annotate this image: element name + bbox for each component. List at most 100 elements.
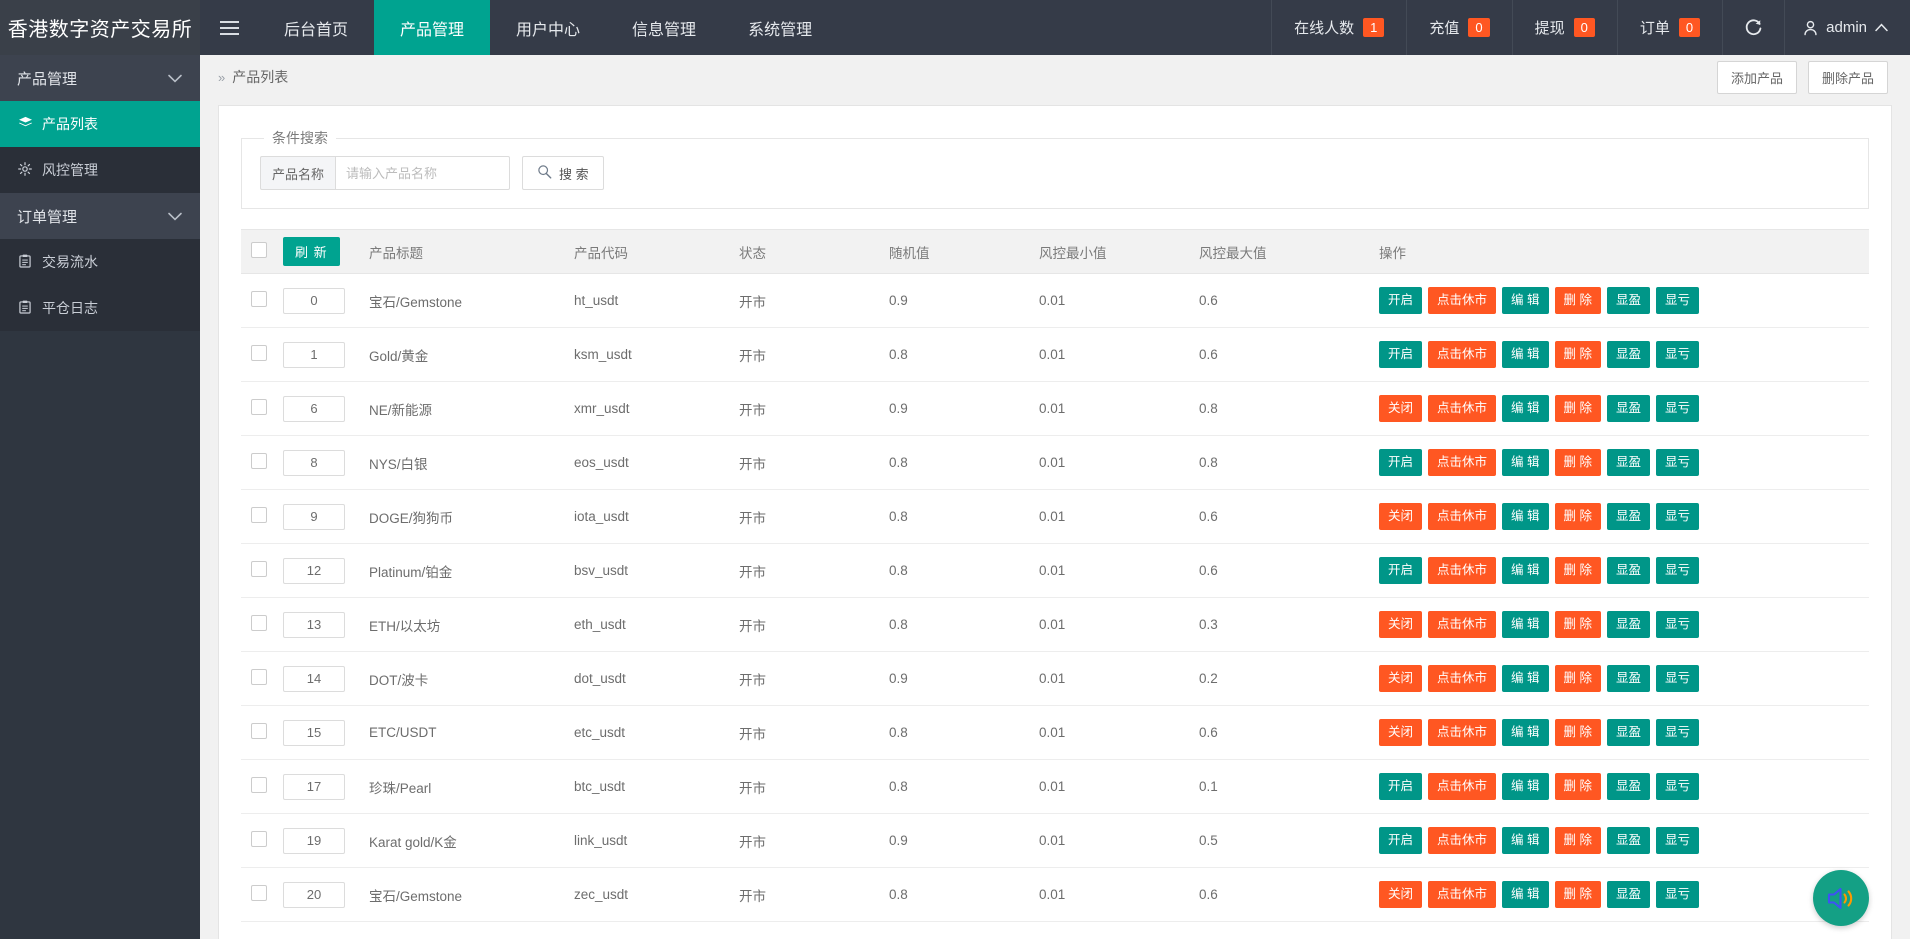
row-id-input[interactable]	[283, 396, 345, 422]
row-toggle-status-button[interactable]: 关闭	[1379, 719, 1422, 745]
row-delete-button[interactable]: 删 除	[1555, 395, 1601, 421]
row-id-input[interactable]	[283, 504, 345, 530]
row-edit-button[interactable]: 编 辑	[1502, 611, 1548, 637]
nav-item-system-management[interactable]: 系统管理	[722, 0, 838, 55]
sidebar-item-product-list[interactable]: 产品列表	[0, 101, 200, 147]
row-delete-button[interactable]: 删 除	[1555, 611, 1601, 637]
row-market-rest-button[interactable]: 点击休市	[1428, 503, 1496, 529]
row-edit-button[interactable]: 编 辑	[1502, 557, 1548, 583]
row-toggle-status-button[interactable]: 开启	[1379, 557, 1422, 583]
search-button[interactable]: 搜 索	[522, 156, 604, 190]
row-delete-button[interactable]: 删 除	[1555, 449, 1601, 475]
row-toggle-status-button[interactable]: 关闭	[1379, 395, 1422, 421]
row-checkbox[interactable]	[251, 831, 267, 847]
row-checkbox[interactable]	[251, 291, 267, 307]
row-edit-button[interactable]: 编 辑	[1502, 881, 1548, 907]
row-market-rest-button[interactable]: 点击休市	[1428, 395, 1496, 421]
row-market-rest-button[interactable]: 点击休市	[1428, 665, 1496, 691]
row-toggle-status-button[interactable]: 开启	[1379, 449, 1422, 475]
delete-product-button[interactable]: 删除产品	[1808, 61, 1888, 94]
row-edit-button[interactable]: 编 辑	[1502, 503, 1548, 529]
select-all-checkbox[interactable]	[251, 242, 267, 258]
row-market-rest-button[interactable]: 点击休市	[1428, 449, 1496, 475]
row-checkbox[interactable]	[251, 615, 267, 631]
row-show-loss-button[interactable]: 显亏	[1656, 557, 1699, 583]
row-toggle-status-button[interactable]: 开启	[1379, 827, 1422, 853]
product-name-input[interactable]	[335, 156, 510, 190]
row-checkbox[interactable]	[251, 885, 267, 901]
row-id-input[interactable]	[283, 612, 345, 638]
row-show-profit-button[interactable]: 显盈	[1607, 665, 1650, 691]
row-checkbox[interactable]	[251, 669, 267, 685]
nav-item-user-center[interactable]: 用户中心	[490, 0, 606, 55]
row-show-profit-button[interactable]: 显盈	[1607, 827, 1650, 853]
row-show-profit-button[interactable]: 显盈	[1607, 395, 1650, 421]
stat-withdraw[interactable]: 提现 0	[1512, 0, 1617, 55]
row-checkbox[interactable]	[251, 507, 267, 523]
row-toggle-status-button[interactable]: 关闭	[1379, 503, 1422, 529]
row-toggle-status-button[interactable]: 开启	[1379, 287, 1422, 313]
sound-toggle-button[interactable]	[1813, 870, 1869, 926]
row-edit-button[interactable]: 编 辑	[1502, 341, 1548, 367]
stat-recharge[interactable]: 充值 0	[1406, 0, 1511, 55]
nav-item-dashboard[interactable]: 后台首页	[258, 0, 374, 55]
row-edit-button[interactable]: 编 辑	[1502, 773, 1548, 799]
stat-orders[interactable]: 订单 0	[1617, 0, 1722, 55]
sidebar-group-order-management[interactable]: 订单管理	[0, 193, 200, 239]
row-show-profit-button[interactable]: 显盈	[1607, 287, 1650, 313]
row-show-loss-button[interactable]: 显亏	[1656, 773, 1699, 799]
row-market-rest-button[interactable]: 点击休市	[1428, 287, 1496, 313]
row-toggle-status-button[interactable]: 关闭	[1379, 665, 1422, 691]
row-edit-button[interactable]: 编 辑	[1502, 395, 1548, 421]
row-show-loss-button[interactable]: 显亏	[1656, 665, 1699, 691]
row-show-profit-button[interactable]: 显盈	[1607, 611, 1650, 637]
nav-item-product-management[interactable]: 产品管理	[374, 0, 490, 55]
row-show-profit-button[interactable]: 显盈	[1607, 503, 1650, 529]
sidebar-item-transaction-flow[interactable]: 交易流水	[0, 239, 200, 285]
row-checkbox[interactable]	[251, 453, 267, 469]
row-delete-button[interactable]: 删 除	[1555, 719, 1601, 745]
menu-icon[interactable]	[200, 0, 258, 55]
row-show-loss-button[interactable]: 显亏	[1656, 449, 1699, 475]
row-market-rest-button[interactable]: 点击休市	[1428, 881, 1496, 907]
row-show-loss-button[interactable]: 显亏	[1656, 827, 1699, 853]
row-id-input[interactable]	[283, 558, 345, 584]
row-id-input[interactable]	[283, 288, 345, 314]
row-show-loss-button[interactable]: 显亏	[1656, 287, 1699, 313]
row-edit-button[interactable]: 编 辑	[1502, 287, 1548, 313]
row-market-rest-button[interactable]: 点击休市	[1428, 557, 1496, 583]
user-menu[interactable]: admin	[1784, 0, 1910, 55]
row-edit-button[interactable]: 编 辑	[1502, 827, 1548, 853]
row-id-input[interactable]	[283, 882, 345, 908]
row-checkbox[interactable]	[251, 399, 267, 415]
row-show-loss-button[interactable]: 显亏	[1656, 881, 1699, 907]
add-product-button[interactable]: 添加产品	[1717, 61, 1797, 94]
row-delete-button[interactable]: 删 除	[1555, 827, 1601, 853]
row-toggle-status-button[interactable]: 开启	[1379, 341, 1422, 367]
row-id-input[interactable]	[283, 666, 345, 692]
row-show-loss-button[interactable]: 显亏	[1656, 719, 1699, 745]
row-market-rest-button[interactable]: 点击休市	[1428, 719, 1496, 745]
row-market-rest-button[interactable]: 点击休市	[1428, 341, 1496, 367]
row-market-rest-button[interactable]: 点击休市	[1428, 611, 1496, 637]
row-checkbox[interactable]	[251, 345, 267, 361]
row-show-profit-button[interactable]: 显盈	[1607, 719, 1650, 745]
row-show-profit-button[interactable]: 显盈	[1607, 881, 1650, 907]
row-market-rest-button[interactable]: 点击休市	[1428, 773, 1496, 799]
row-checkbox[interactable]	[251, 777, 267, 793]
row-delete-button[interactable]: 删 除	[1555, 287, 1601, 313]
row-id-input[interactable]	[283, 720, 345, 746]
row-show-loss-button[interactable]: 显亏	[1656, 611, 1699, 637]
row-delete-button[interactable]: 删 除	[1555, 341, 1601, 367]
row-toggle-status-button[interactable]: 关闭	[1379, 611, 1422, 637]
row-id-input[interactable]	[283, 342, 345, 368]
sidebar-group-product-management[interactable]: 产品管理	[0, 55, 200, 101]
row-edit-button[interactable]: 编 辑	[1502, 449, 1548, 475]
row-edit-button[interactable]: 编 辑	[1502, 665, 1548, 691]
row-edit-button[interactable]: 编 辑	[1502, 719, 1548, 745]
row-toggle-status-button[interactable]: 关闭	[1379, 881, 1422, 907]
row-show-profit-button[interactable]: 显盈	[1607, 773, 1650, 799]
row-delete-button[interactable]: 删 除	[1555, 557, 1601, 583]
stat-online-users[interactable]: 在线人数 1	[1271, 0, 1406, 55]
row-show-loss-button[interactable]: 显亏	[1656, 503, 1699, 529]
